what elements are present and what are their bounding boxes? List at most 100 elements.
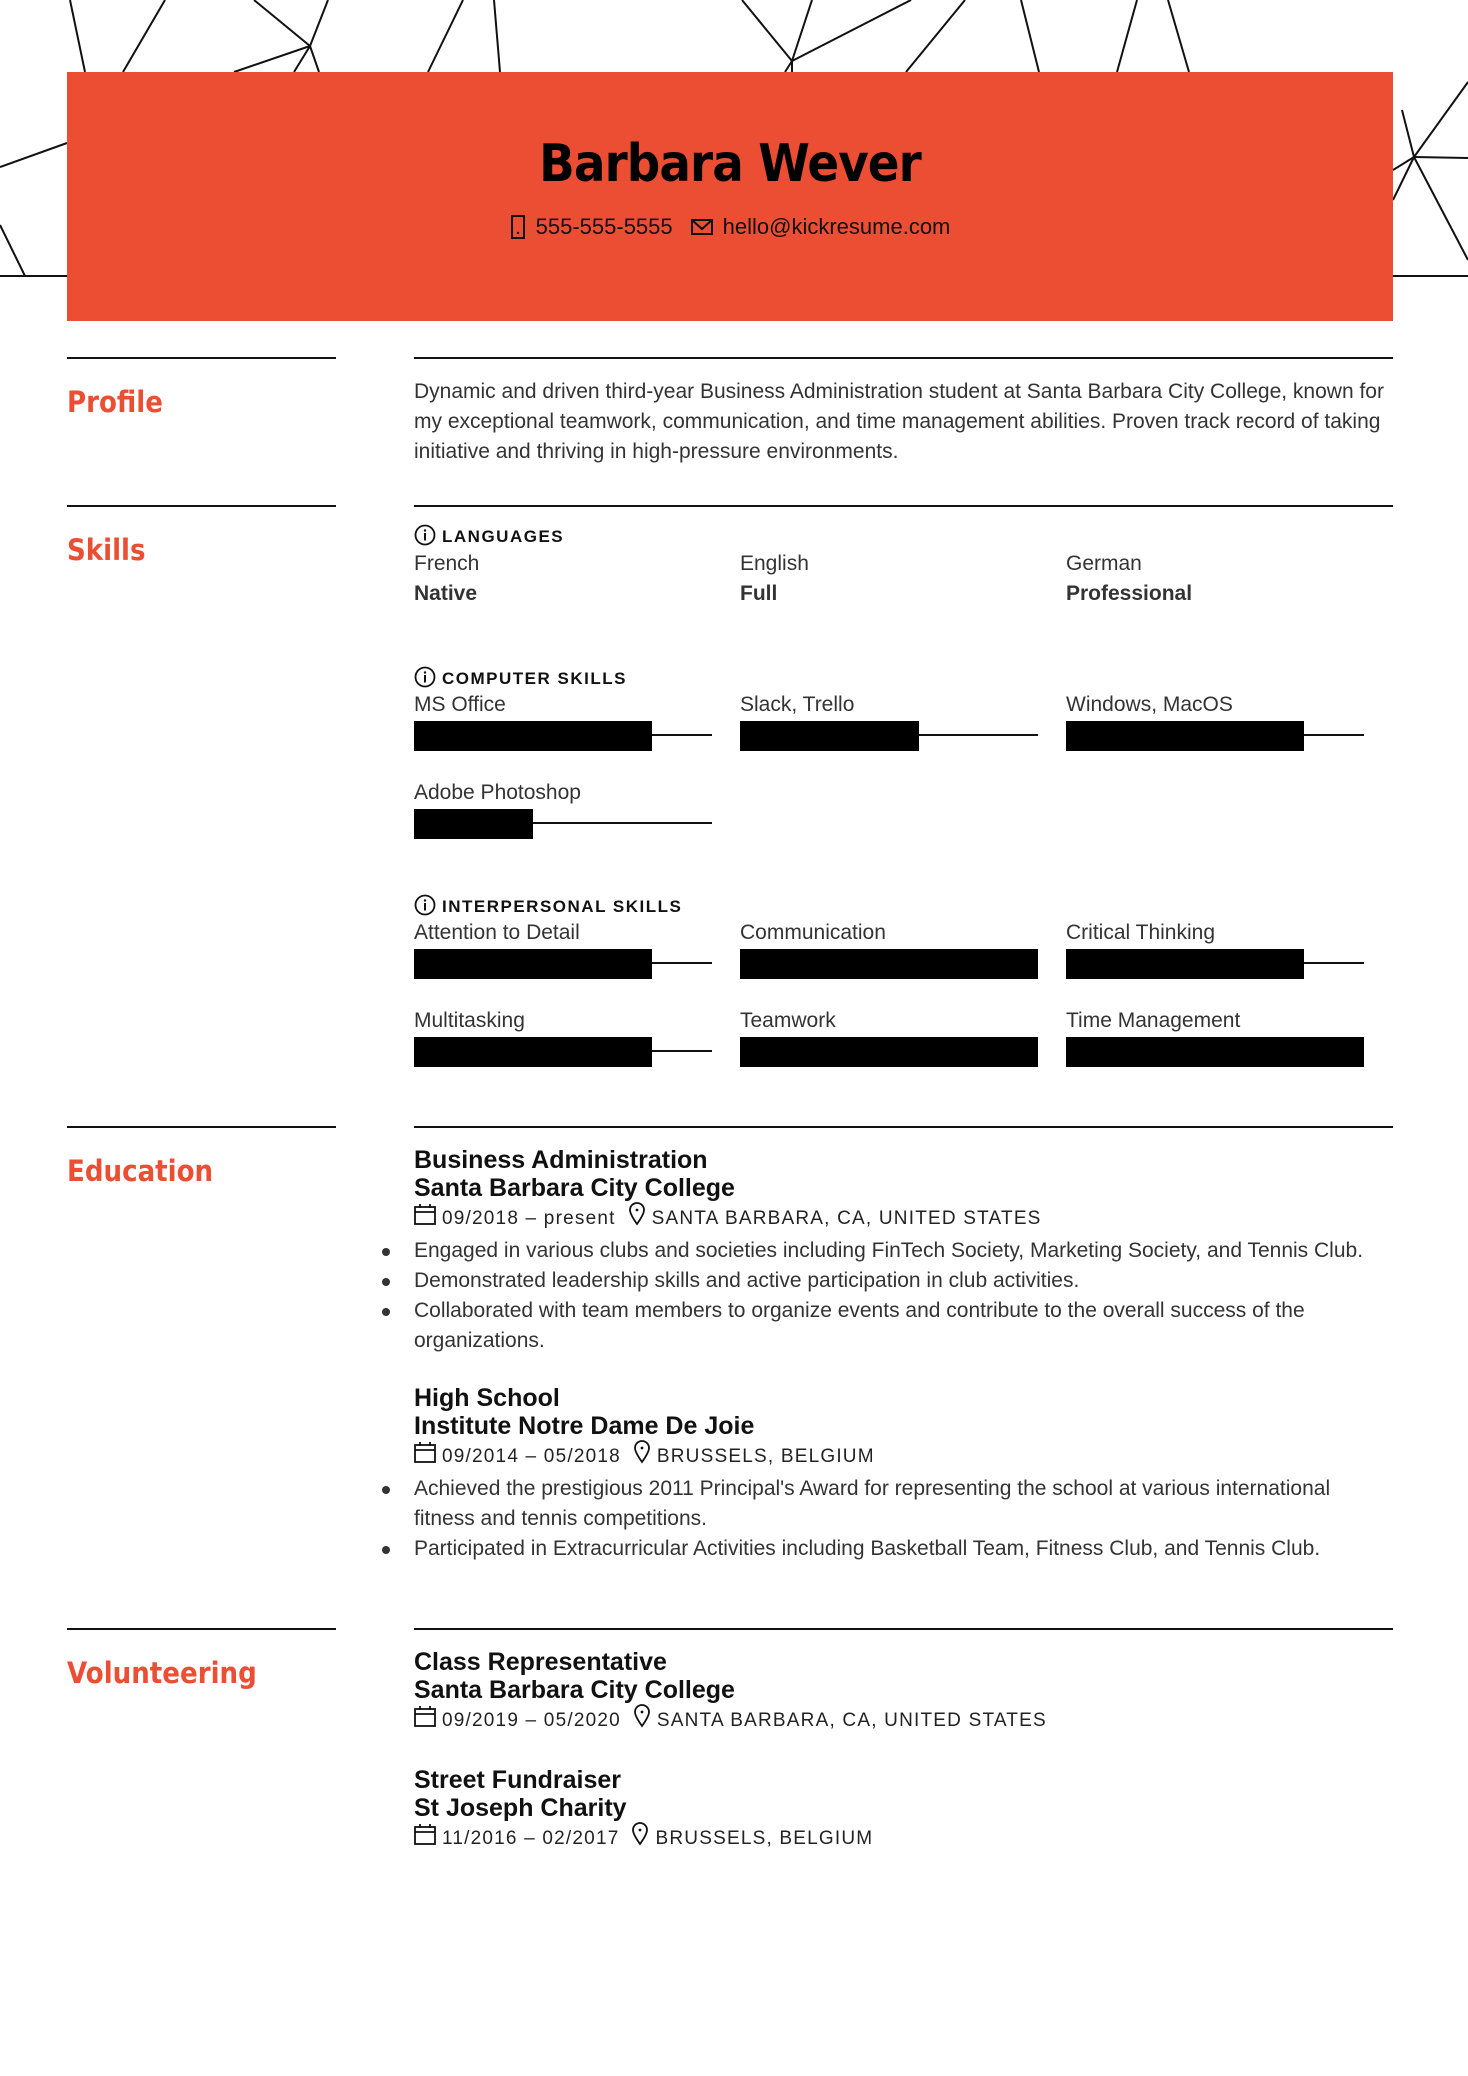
entry-meta: 09/2019 – 05/2020 SANTA BARBARA, CA, UNI… [414, 1704, 1393, 1738]
language-item: English Full [740, 552, 809, 605]
resume-header: Barbara Wever 555-555-5555 hello@kickres… [67, 72, 1393, 321]
envelope-icon [690, 218, 713, 236]
school: Santa Barbara City College [414, 1174, 735, 1202]
skill-bar-fill [1066, 949, 1305, 979]
skill-bar-fill [414, 1037, 653, 1067]
profile-summary: Dynamic and driven third-year Business A… [414, 380, 1384, 463]
list-item: Collaborated with team members to organi… [382, 1296, 1393, 1356]
calendar-icon [414, 1203, 436, 1235]
location-pin-icon [628, 1202, 646, 1236]
entry-meta: 09/2018 – present SANTA BARBARA, CA, UNI… [414, 1202, 1393, 1236]
skill-item: Communication [740, 919, 1066, 979]
location-pin-icon [633, 1704, 651, 1738]
dates: 09/2014 – 05/2018 [442, 1446, 621, 1467]
school: Institute Notre Dame De Joie [414, 1412, 755, 1440]
divider [67, 1126, 336, 1128]
languages-heading: LANGUAGES [414, 524, 1393, 551]
divider [67, 1628, 336, 1630]
skill-bar-fill [1066, 1037, 1364, 1067]
skill-item: Adobe Photoshop [414, 779, 740, 839]
skill-bar-fill [414, 721, 653, 751]
skill-bar-fill [414, 949, 653, 979]
entry-meta: 09/2014 – 05/2018 BRUSSELS, BELGIUM [414, 1440, 1393, 1474]
section-title-skills: Skills [67, 533, 146, 567]
info-icon [414, 894, 436, 921]
volunteering-entry: Street Fundraiser St Joseph Charity 11/2… [414, 1766, 1393, 1856]
skill-bar-fill [740, 1037, 1038, 1067]
skill-item: Teamwork [740, 1007, 1066, 1067]
language-item: German Professional [1066, 552, 1193, 605]
organization: Santa Barbara City College [414, 1676, 735, 1704]
skill-bar [1066, 949, 1364, 979]
list-item: Participated in Extracurricular Activiti… [382, 1534, 1393, 1564]
education-entry: Business Administration Santa Barbara Ci… [382, 1146, 1393, 1356]
skill-item: Attention to Detail [414, 919, 740, 979]
location-pin-icon [633, 1440, 651, 1474]
bullet-list: Achieved the prestigious 2011 Principal'… [382, 1474, 1393, 1564]
location: SANTA BARBARA, CA, UNITED STATES [651, 1208, 1042, 1229]
location: SANTA BARBARA, CA, UNITED STATES [656, 1710, 1047, 1731]
candidate-name: Barbara Wever [539, 134, 922, 194]
languages-list: French Native English Full German Professio… [414, 549, 1393, 609]
skill-item: MS Office [414, 691, 740, 751]
skill-bar [740, 1037, 1038, 1067]
phone-icon [510, 215, 526, 239]
language-item: French Native [414, 552, 480, 605]
calendar-icon [414, 1823, 436, 1855]
list-item: Demonstrated leadership skills and activ… [382, 1266, 1393, 1296]
skill-bar [740, 721, 1038, 751]
divider [414, 505, 1393, 507]
section-title-volunteering: Volunteering [67, 1656, 257, 1690]
computer-skills-heading: COMPUTER SKILLS [414, 666, 1393, 693]
education-entry: High School Institute Notre Dame De Joie… [382, 1384, 1393, 1564]
interpersonal-skills-row: Multitasking Teamwork Time Management [414, 1007, 1393, 1067]
info-icon [414, 666, 436, 693]
skill-bar [414, 949, 712, 979]
skill-bar-fill [740, 949, 1038, 979]
organization: St Joseph Charity [414, 1794, 627, 1822]
skill-bar-fill [414, 809, 534, 839]
info-icon [414, 524, 436, 551]
skill-item: Time Management [1066, 1007, 1392, 1067]
skill-bar [414, 1037, 712, 1067]
calendar-icon [414, 1441, 436, 1473]
interpersonal-skills-heading: INTERPERSONAL SKILLS [414, 894, 1393, 921]
section-title-profile: Profile [67, 385, 163, 419]
skill-bar-fill [1066, 721, 1305, 751]
degree: Business Administration [414, 1146, 708, 1174]
location: BRUSSELS, BELGIUM [655, 1828, 874, 1849]
computer-skills-row: Adobe Photoshop [414, 779, 1393, 839]
email-address[interactable]: hello@kickresume.com [723, 214, 951, 240]
calendar-icon [414, 1705, 436, 1737]
skill-item: Windows, MacOS [1066, 691, 1392, 751]
computer-skills-row: MS Office Slack, Trello Windows, MacOS [414, 691, 1393, 751]
bullet-list: Engaged in various clubs and societies i… [382, 1236, 1393, 1356]
skill-bar [414, 809, 712, 839]
skill-bar [1066, 721, 1364, 751]
location-pin-icon [631, 1822, 649, 1856]
volunteering-entry: Class Representative Santa Barbara City … [414, 1648, 1393, 1738]
role: Class Representative [414, 1648, 667, 1676]
location: BRUSSELS, BELGIUM [656, 1446, 875, 1467]
entry-meta: 11/2016 – 02/2017 BRUSSELS, BELGIUM [414, 1822, 1393, 1856]
role: Street Fundraiser [414, 1766, 622, 1794]
skill-item: Slack, Trello [740, 691, 1066, 751]
divider [414, 1628, 1393, 1630]
divider [67, 357, 336, 359]
dates: 11/2016 – 02/2017 [442, 1828, 620, 1849]
skill-item: Multitasking [414, 1007, 740, 1067]
section-title-education: Education [67, 1154, 214, 1188]
dates: 09/2018 – present [442, 1208, 616, 1229]
skill-bar [740, 949, 1038, 979]
divider [414, 1126, 1393, 1128]
interpersonal-skills-row: Attention to Detail Communication Critic… [414, 919, 1393, 979]
divider [67, 505, 336, 507]
dates: 09/2019 – 05/2020 [442, 1710, 621, 1731]
skill-bar [1066, 1037, 1364, 1067]
skill-bar-fill [740, 721, 919, 751]
list-item: Engaged in various clubs and societies i… [382, 1236, 1393, 1266]
skill-item: Critical Thinking [1066, 919, 1392, 979]
divider [414, 357, 1393, 359]
degree: High School [414, 1384, 560, 1412]
phone-number[interactable]: 555-555-5555 [536, 214, 673, 240]
